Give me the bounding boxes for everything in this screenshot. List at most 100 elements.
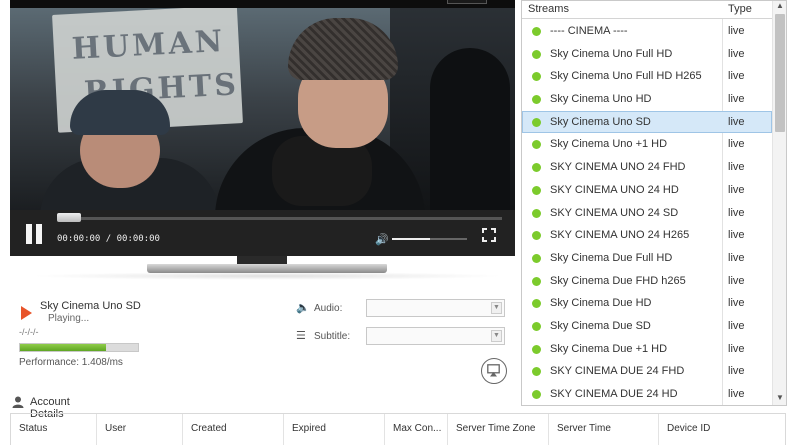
stream-type: live (728, 93, 745, 106)
live-status-dot-icon (532, 321, 541, 331)
stream-row[interactable]: SKY CINEMA DUE 24 HD live (522, 383, 772, 405)
stream-type: live (728, 206, 745, 219)
stream-row[interactable]: SKY CINEMA DUE 24 FHD live (522, 360, 772, 383)
stream-name: Sky Cinema Due SD (550, 319, 651, 332)
audio-option: 🔈 Audio: ▼ (296, 299, 506, 317)
stream-type: live (728, 229, 745, 242)
video-screen[interactable]: HUMAN RIGHTS (10, 8, 515, 210)
column-header-max-connections[interactable]: Max Con... (385, 414, 448, 445)
stream-row[interactable]: ---- CINEMA ---- live (522, 20, 772, 43)
progress-track[interactable] (57, 217, 502, 220)
streams-column-header[interactable]: Streams (528, 3, 569, 15)
column-header-status[interactable]: Status (11, 414, 97, 445)
subtitle-option: ☰ Subtitle: ▼ (296, 327, 506, 345)
column-header-server-time-zone[interactable]: Server Time Zone (448, 414, 549, 445)
live-status-dot-icon (532, 231, 541, 241)
stream-row[interactable]: Sky Cinema Uno Full HD live (522, 43, 772, 66)
stream-type: live (728, 365, 745, 378)
stream-row[interactable]: Sky Cinema Due HD live (522, 292, 772, 315)
streams-list: ---- CINEMA ---- live Sky Cinema Uno Full … (522, 20, 772, 405)
stream-type: live (728, 138, 745, 151)
stream-type: live (728, 183, 745, 196)
stream-name: Sky Cinema Due HD (550, 297, 652, 310)
column-header-server-time[interactable]: Server Time (549, 414, 659, 445)
stream-row[interactable]: SKY CINEMA UNO 24 SD live (522, 202, 772, 225)
stream-row[interactable]: Sky Cinema Due Full HD live (522, 247, 772, 270)
live-status-dot-icon (532, 185, 541, 195)
stream-row[interactable]: SKY CINEMA UNO 24 H265 live (522, 224, 772, 247)
stream-row[interactable]: Sky Cinema Uno +1 HD live (522, 133, 772, 156)
live-status-dot-icon (532, 140, 541, 150)
performance-bar-fill (20, 344, 107, 351)
live-status-dot-icon (532, 299, 541, 309)
stream-name: SKY CINEMA UNO 24 FHD (550, 161, 686, 174)
stream-name: Sky Cinema Due Full HD (550, 251, 673, 264)
pause-button[interactable] (24, 224, 44, 244)
now-playing-info: -/-/-/- (19, 327, 39, 337)
person-left-hat (70, 90, 170, 135)
app-root: HUMAN RIGHTS 00:00:00 / 00:00:00 🔊 Sky C… (0, 0, 800, 445)
stream-row[interactable]: Sky Cinema Uno SD live (522, 110, 772, 134)
stream-name: Sky Cinema Due FHD h265 (550, 274, 686, 287)
stream-type: live (728, 161, 745, 174)
airplay-icon (487, 364, 500, 377)
live-status-dot-icon (532, 117, 541, 127)
streams-panel: Streams Type ---- CINEMA ---- live Sky Cin… (521, 0, 787, 406)
performance-label: Performance: 1.408/ms (19, 357, 123, 368)
stream-row[interactable]: Sky Cinema Uno HD live (522, 88, 772, 111)
subtitle-select[interactable]: ▼ (366, 327, 505, 345)
fullscreen-icon[interactable] (482, 228, 496, 242)
stream-row[interactable]: SKY CINEMA UNO 24 FHD live (522, 156, 772, 179)
scroll-down-icon[interactable]: ▼ (773, 393, 786, 405)
stream-row[interactable]: Sky Cinema Due +1 HD live (522, 338, 772, 361)
type-column-header[interactable]: Type (728, 3, 752, 15)
stream-name: SKY CINEMA DUE 24 FHD (550, 365, 685, 378)
stream-name: SKY CINEMA UNO 24 HD (550, 183, 679, 196)
stream-row[interactable]: Sky Cinema Due SD live (522, 315, 772, 338)
performance-bar (19, 343, 139, 352)
now-playing-status: Playing... (48, 313, 90, 324)
live-status-dot-icon (532, 390, 541, 399)
scroll-up-icon[interactable]: ▲ (773, 1, 786, 13)
column-header-user[interactable]: User (97, 414, 183, 445)
stream-name: Sky Cinema Uno Full HD H265 (550, 70, 702, 83)
stream-name: SKY CINEMA DUE 24 HD (550, 388, 678, 400)
live-status-dot-icon (532, 344, 541, 354)
stream-type: live (728, 115, 745, 128)
stream-type: live (728, 342, 745, 355)
subtitle-lines-icon: ☰ (296, 330, 306, 342)
person-center-fur-hat (288, 18, 398, 80)
now-playing-panel: Sky Cinema Uno SD Playing... -/-/-/- Per… (18, 298, 278, 378)
tv-top-button (447, 0, 487, 4)
audio-select[interactable]: ▼ (366, 299, 505, 317)
airplay-button[interactable] (481, 358, 507, 384)
stream-row[interactable]: Sky Cinema Due FHD h265 live (522, 270, 772, 293)
time-display: 00:00:00 / 00:00:00 (57, 234, 160, 244)
column-header-created[interactable]: Created (183, 414, 284, 445)
tv-stand-base (147, 264, 387, 273)
chevron-down-icon[interactable]: ▼ (491, 330, 502, 342)
stream-type: live (728, 388, 745, 400)
stream-name: Sky Cinema Uno SD (550, 115, 651, 128)
audio-label: Audio: (314, 303, 343, 314)
volume-icon[interactable]: 🔊 (375, 233, 389, 246)
chevron-down-icon[interactable]: ▼ (491, 302, 502, 314)
stream-name: SKY CINEMA UNO 24 H265 (550, 229, 690, 242)
scroll-thumb[interactable] (775, 14, 785, 132)
stream-row[interactable]: SKY CINEMA UNO 24 HD live (522, 179, 772, 202)
stream-row[interactable]: Sky Cinema Uno Full HD H265 live (522, 65, 772, 88)
column-header-expired[interactable]: Expired (284, 414, 385, 445)
live-status-dot-icon (532, 208, 541, 218)
streams-scrollbar[interactable]: ▲ ▼ (772, 1, 786, 405)
streams-header: Streams Type (522, 1, 772, 19)
live-status-dot-icon (532, 95, 541, 105)
column-header-device-id[interactable]: Device ID (659, 414, 785, 445)
progress-thumb[interactable] (57, 213, 81, 222)
live-status-dot-icon (532, 367, 541, 377)
subtitle-label: Subtitle: (314, 331, 351, 342)
live-status-dot-icon (532, 253, 541, 263)
now-playing-title: Sky Cinema Uno SD (40, 300, 141, 312)
stream-type: live (728, 319, 745, 332)
player-controls: 00:00:00 / 00:00:00 🔊 (10, 210, 515, 256)
play-indicator-icon (21, 306, 32, 320)
